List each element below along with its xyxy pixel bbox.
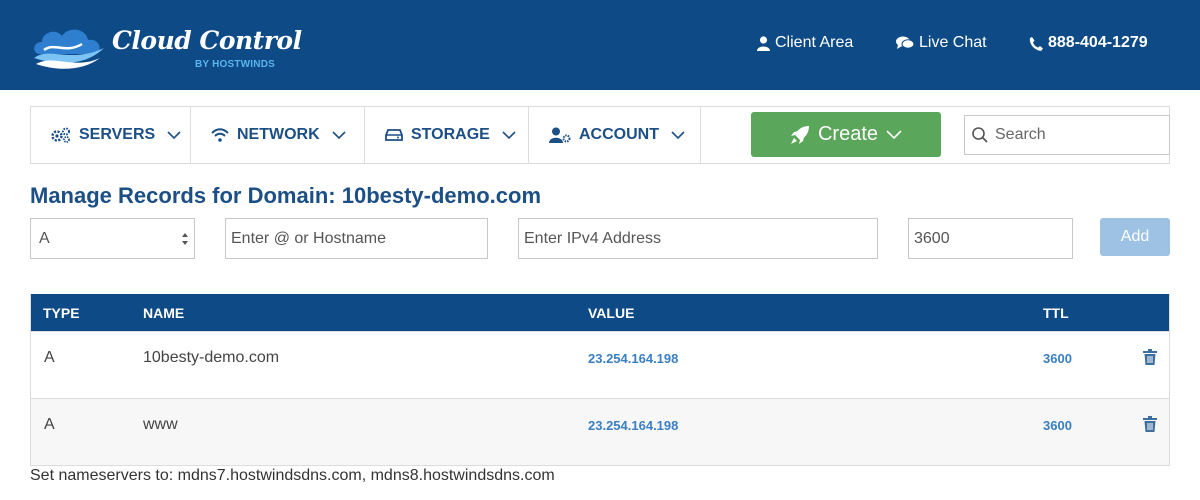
record-type-select[interactable]: A xyxy=(30,218,195,259)
chat-icon xyxy=(896,36,914,49)
nav-network[interactable]: NETWORK xyxy=(191,107,365,163)
nav-storage-label: STORAGE xyxy=(411,126,490,143)
header-type: TYPE xyxy=(43,305,80,321)
rocket-icon xyxy=(790,125,809,144)
select-arrows-icon xyxy=(182,233,188,245)
main-nav: SERVERS NETWORK STORAGE ACCOUNT Create S… xyxy=(30,106,1170,164)
chevron-down-icon xyxy=(886,130,902,139)
top-header: Cloud Control BY HOSTWINDS Client Area L… xyxy=(0,0,1200,90)
table-row: A 10besty-demo.com 23.254.164.198 3600 xyxy=(31,331,1169,398)
brand-logo[interactable]: Cloud Control BY HOSTWINDS xyxy=(30,22,302,74)
hostname-input[interactable] xyxy=(225,218,488,259)
page-title: Manage Records for Domain: 10besty-demo.… xyxy=(30,183,542,208)
nav-storage[interactable]: STORAGE xyxy=(365,107,529,163)
trash-icon[interactable] xyxy=(1143,349,1157,365)
phone-number: 888-404-1279 xyxy=(1048,34,1148,51)
row-value[interactable]: 23.254.164.198 xyxy=(588,351,678,366)
client-area-link[interactable]: Client Area xyxy=(757,34,853,52)
header-value: VALUE xyxy=(588,305,635,321)
table-header: TYPE NAME VALUE TTL xyxy=(31,294,1169,331)
record-type-value: A xyxy=(39,229,50,247)
row-type: A xyxy=(44,416,55,433)
row-ttl[interactable]: 3600 xyxy=(1043,418,1072,433)
header-name: NAME xyxy=(143,305,185,321)
nav-servers[interactable]: SERVERS xyxy=(31,107,191,163)
row-name: 10besty-demo.com xyxy=(143,349,280,366)
records-table: TYPE NAME VALUE TTL A 10besty-demo.com 2… xyxy=(30,294,1170,466)
nav-account[interactable]: ACCOUNT xyxy=(529,107,701,163)
live-chat-link[interactable]: Live Chat xyxy=(896,34,987,52)
hard-drive-icon xyxy=(385,129,403,141)
header-ttl: TTL xyxy=(1043,305,1069,321)
user-gear-icon xyxy=(549,127,571,143)
ttl-input[interactable] xyxy=(908,218,1073,259)
client-area-label: Client Area xyxy=(775,34,854,51)
cloud-logo-icon xyxy=(34,29,104,69)
chevron-down-icon xyxy=(167,131,181,139)
trash-icon[interactable] xyxy=(1143,416,1157,432)
user-icon xyxy=(757,35,770,51)
brand-name: Cloud Control xyxy=(112,26,302,55)
ipv4-input[interactable] xyxy=(518,218,878,259)
search-box[interactable] xyxy=(964,115,1170,155)
add-record-button[interactable]: Add xyxy=(1100,218,1170,256)
chevron-down-icon xyxy=(502,131,516,139)
phone-link[interactable]: 888-404-1279 xyxy=(1029,34,1148,52)
search-icon xyxy=(972,127,988,143)
chevron-down-icon xyxy=(332,131,346,139)
row-name: www xyxy=(143,416,178,433)
gears-icon xyxy=(51,127,70,143)
wifi-icon xyxy=(211,128,229,142)
row-type: A xyxy=(44,349,55,366)
chevron-down-icon xyxy=(671,131,685,139)
search-input[interactable] xyxy=(995,126,1165,144)
nameservers-note: Set nameservers to: mdns7.hostwindsdns.c… xyxy=(30,467,555,484)
brand-byline: BY HOSTWINDS xyxy=(195,59,275,70)
nav-account-label: ACCOUNT xyxy=(579,126,659,143)
table-row: A www 23.254.164.198 3600 xyxy=(31,398,1169,465)
row-value[interactable]: 23.254.164.198 xyxy=(588,418,678,433)
nav-servers-label: SERVERS xyxy=(79,126,156,143)
create-button[interactable]: Create xyxy=(751,112,941,157)
row-ttl[interactable]: 3600 xyxy=(1043,351,1072,366)
create-label: Create xyxy=(817,123,879,145)
phone-icon xyxy=(1029,36,1043,51)
live-chat-label: Live Chat xyxy=(919,34,987,51)
nav-network-label: NETWORK xyxy=(237,126,320,143)
